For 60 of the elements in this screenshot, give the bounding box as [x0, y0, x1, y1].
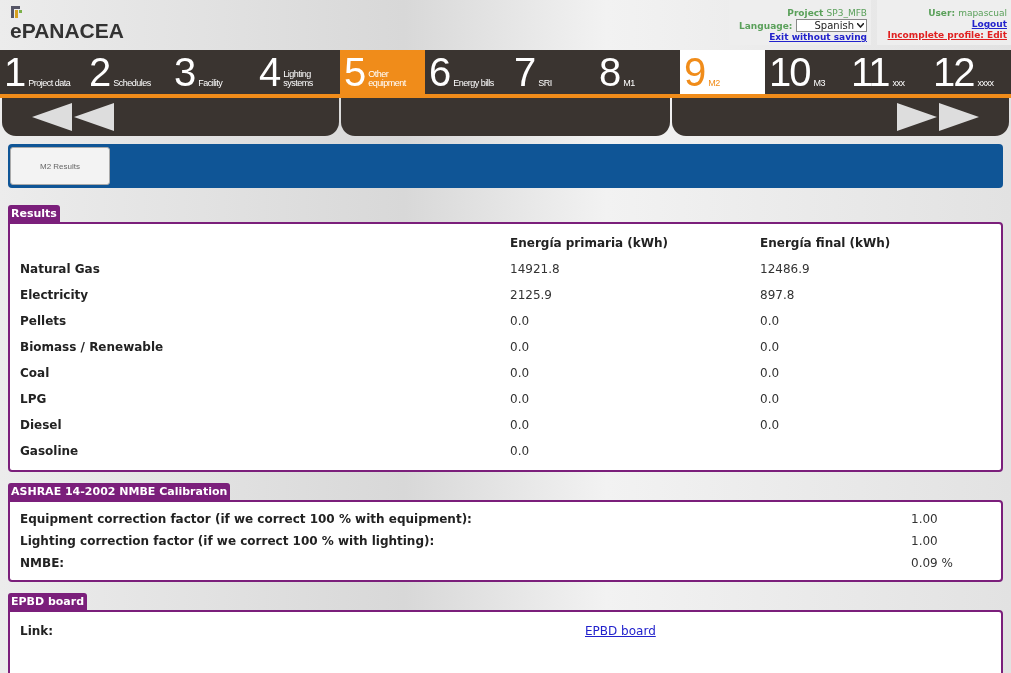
step-tab[interactable]: 7 SRI: [510, 50, 595, 94]
step-tab[interactable]: 8 M1: [595, 50, 680, 94]
step-tab[interactable]: 6 Energy bills: [425, 50, 510, 94]
table-cell-text: 12486.9: [760, 262, 811, 276]
row-label: Lighting correction factor (if we correct 100 % with lighting):: [20, 534, 436, 548]
row-label: NMBE:: [20, 556, 66, 570]
column-header: Energía final (kWh): [760, 236, 892, 250]
logo-icon: [10, 6, 24, 20]
epbd-link[interactable]: EPBD board: [585, 624, 991, 638]
table-cell-text: 0.0: [760, 340, 781, 354]
step-tab[interactable]: 3 Facility: [170, 50, 255, 94]
results-tab[interactable]: M2 Results: [10, 147, 110, 185]
table-cell-text: 0.09 %: [911, 556, 954, 570]
user-name: mapascual: [958, 8, 1007, 18]
column-header: Energía primaria (kWh): [510, 236, 670, 250]
step-tab[interactable]: 10 M3: [765, 50, 847, 94]
row-label: Equipment correction factor (if we correct 100 % with equipment):: [20, 512, 473, 526]
table-cell-text: 0.0: [510, 418, 531, 432]
table-cell-text: 0.0: [760, 314, 781, 328]
table-cell-text: 1.00: [911, 534, 939, 548]
logo: ePANACEA: [10, 20, 124, 42]
language-label: Language:: [739, 21, 793, 31]
step-tab[interactable]: 11 xxx: [847, 50, 929, 94]
table-cell-text: 0.0: [760, 366, 781, 380]
row-label: Pellets: [20, 314, 68, 328]
user-label: User:: [928, 8, 955, 18]
forward-arrows-icon[interactable]: [895, 103, 979, 131]
row-label: Biomass / Renewable: [20, 340, 165, 354]
table-cell-text: 0.0: [510, 340, 531, 354]
row-label: Gasoline: [20, 444, 80, 458]
section-title: Results: [8, 205, 60, 222]
back-arrows-icon[interactable]: [32, 103, 116, 131]
row-label: Diesel: [20, 418, 63, 432]
table-cell-text: 0.0: [760, 392, 781, 406]
table-cell-text: 0.0: [510, 444, 531, 458]
table-cell-text: 0.0: [760, 418, 781, 432]
exit-link[interactable]: Exit without saving: [769, 32, 867, 43]
table-cell-text: 1.00: [911, 512, 939, 526]
row-label: Electricity: [20, 288, 90, 302]
project-label: Project: [787, 8, 824, 18]
row-label: LPG: [20, 392, 48, 406]
table-cell-text: 14921.8: [510, 262, 561, 276]
logout-link[interactable]: Logout: [971, 19, 1007, 30]
section-title: EPBD board: [8, 593, 88, 610]
chevron-icon: [857, 23, 864, 28]
row-label: Coal: [20, 366, 51, 380]
step-tab[interactable]: 1 Project data: [0, 50, 85, 94]
language-select[interactable]: Spanish: [795, 19, 867, 32]
profile-link[interactable]: Incomplete profile: Edit: [887, 30, 1007, 41]
table-cell-text: 0.0: [510, 366, 531, 380]
table-cell-text: 2125.9: [510, 288, 553, 302]
table-cell-text: 897.8: [760, 288, 796, 302]
table-cell-text: 0.0: [510, 392, 531, 406]
section-title: ASHRAE 14-2002 NMBE Calibration: [8, 483, 231, 500]
project-name: SP3_MFB: [826, 8, 867, 18]
step-tab[interactable]: 2 Schedules: [85, 50, 170, 94]
step-tab[interactable]: 12 xxxx: [929, 50, 1011, 94]
row-label: Natural Gas: [20, 262, 101, 276]
table-cell-text: 0.0: [510, 314, 531, 328]
row-label: Link:: [20, 624, 55, 638]
